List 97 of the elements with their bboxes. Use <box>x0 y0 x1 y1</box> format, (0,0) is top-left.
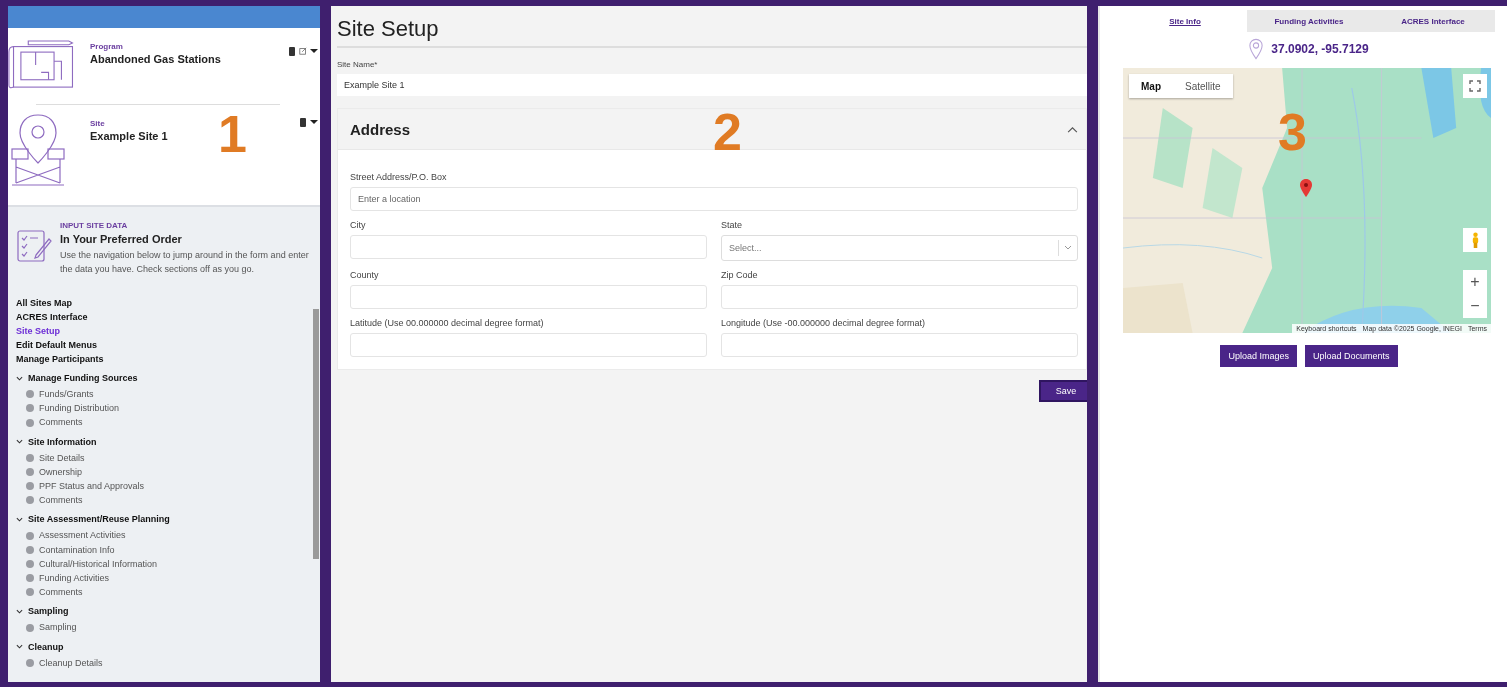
site-name-field[interactable]: Example Site 1 <box>337 74 1087 96</box>
nav-sublink[interactable]: Comments <box>39 585 83 600</box>
caret-icon[interactable] <box>310 46 318 56</box>
status-dot-icon <box>26 574 34 583</box>
status-dot-icon <box>26 559 34 568</box>
accordion-header[interactable]: Address 2 <box>338 109 1086 150</box>
field-label: Street Address/P.O. Box <box>350 172 448 182</box>
zoom-out-button[interactable]: − <box>1463 294 1487 318</box>
map-marker-icon <box>1300 179 1312 197</box>
status-dot-icon <box>26 467 34 476</box>
status-dot-icon <box>26 390 34 399</box>
pegman-icon <box>1470 232 1480 248</box>
map-type-button[interactable]: Satellite <box>1173 74 1233 98</box>
nav-sublink[interactable]: Sampling <box>39 620 77 635</box>
trash-icon[interactable] <box>288 46 296 56</box>
section-title: In Your Preferred Order <box>60 233 183 245</box>
text-field[interactable] <box>721 285 1078 309</box>
nav-link[interactable]: All Sites Map <box>16 296 72 310</box>
caret-icon[interactable] <box>310 117 318 127</box>
status-dot-icon <box>26 623 34 632</box>
status-dot-icon <box>26 545 34 554</box>
chevron-down-icon <box>16 438 23 446</box>
panel-number: 1 <box>218 108 247 160</box>
nav-group-toggle[interactable]: Manage Funding Sources <box>16 371 138 385</box>
edit-icon[interactable] <box>299 46 307 56</box>
fullscreen-icon <box>1469 80 1481 92</box>
nav-sublink[interactable]: Comments <box>39 415 83 430</box>
status-dot-icon <box>26 418 34 427</box>
chevron-down-icon <box>16 374 23 382</box>
program-label: Program <box>90 42 124 51</box>
chevron-down-icon <box>16 643 23 651</box>
dropdown-placeholder: Select... <box>729 243 763 253</box>
site-label: Site <box>90 119 106 128</box>
chevron-down-icon <box>1064 245 1072 251</box>
fullscreen-button[interactable] <box>1463 74 1487 98</box>
nav-link[interactable]: Manage Participants <box>16 352 104 366</box>
field-label: City <box>350 220 367 230</box>
nav-sublink[interactable]: Site Details <box>39 450 85 465</box>
status-dot-icon <box>26 588 34 597</box>
status-dot-icon <box>26 496 34 505</box>
tab[interactable]: ACRES Interface <box>1371 10 1495 32</box>
save-button[interactable]: Save <box>1039 380 1087 402</box>
status-dot-icon <box>26 404 34 413</box>
instructions-text: Use the navigation below to jump around in the form and enter the data you have. Check sections off as you go. <box>60 249 310 276</box>
state-dropdown[interactable]: Select... <box>721 235 1078 261</box>
checklist-drawing <box>16 227 52 263</box>
nav-link[interactable]: ACRES Interface <box>16 310 88 324</box>
status-dot-icon <box>26 453 34 462</box>
site-name: Example Site 1 <box>90 130 169 142</box>
nav-link[interactable]: Edit Default Menus <box>16 338 97 352</box>
nav-sublink[interactable]: Comments <box>39 493 83 508</box>
status-dot-icon <box>26 658 34 667</box>
tab[interactable]: Funding Activities <box>1247 10 1371 32</box>
nav-group-toggle[interactable]: Sampling <box>16 604 69 619</box>
text-field[interactable]: Enter a location <box>350 187 1078 211</box>
status-dot-icon <box>26 531 34 540</box>
trash-icon[interactable] <box>299 117 307 127</box>
nav-sublink[interactable]: Cleanup Details <box>39 655 103 670</box>
nav-sublink[interactable]: Funds/Grants <box>39 387 94 402</box>
nav-group-toggle[interactable]: Site Assessment/Reuse Planning <box>16 512 170 527</box>
zoom-in-button[interactable]: + <box>1463 270 1487 294</box>
field-label: State <box>721 220 743 230</box>
nav-group-toggle[interactable]: Site Information <box>16 434 97 449</box>
section-heading: Address <box>350 120 411 138</box>
nav-sublink[interactable]: PPF Status and Approvals <box>39 479 145 494</box>
scrollbar[interactable] <box>313 309 319 559</box>
text-field[interactable] <box>721 333 1078 357</box>
upload-button[interactable]: Upload Documents <box>1305 345 1398 367</box>
program-name: Abandoned Gas Stations <box>90 53 222 65</box>
chevron-up-icon[interactable] <box>1067 125 1078 133</box>
panel-number: 3 <box>1278 106 1307 158</box>
location-pin-icon <box>1249 38 1264 60</box>
text-field[interactable] <box>350 285 707 309</box>
text-field[interactable] <box>350 235 707 259</box>
field-label: County <box>350 270 380 280</box>
pegman-button[interactable] <box>1463 228 1487 252</box>
field-label: Latitude (Use 00.000000 decimal degree format) <box>350 318 545 328</box>
page-title: Site Setup <box>337 16 440 43</box>
field-label: Zip Code <box>721 270 759 280</box>
chevron-down-icon <box>16 515 23 523</box>
nav-sublink[interactable]: Assessment Activities <box>39 528 126 543</box>
nav-sublink[interactable]: Ownership <box>39 464 83 479</box>
upload-button[interactable]: Upload Images <box>1220 345 1297 367</box>
field-label: Site Name* <box>337 60 379 69</box>
nav-sublink[interactable]: Funding Distribution <box>39 401 120 416</box>
nav-sublink[interactable]: Cultural/Historical Information <box>39 556 158 572</box>
field-label: Longitude (Use -00.000000 decimal degree format) <box>721 318 927 328</box>
nav-group-toggle[interactable]: Cleanup <box>16 639 64 654</box>
nav-sublink[interactable]: Funding Activities <box>39 571 110 586</box>
chevron-down-icon <box>16 607 23 615</box>
coordinates-text: 37.0902, -95.7129 <box>1271 42 1369 56</box>
status-dot-icon <box>26 482 34 491</box>
section-eyebrow: INPUT SITE DATA <box>60 221 129 230</box>
text-field[interactable] <box>350 333 707 357</box>
nav-link[interactable]: Site Setup <box>16 324 60 338</box>
nav-sublink[interactable]: Contamination Info <box>39 542 115 557</box>
map-type-button[interactable]: Map <box>1129 74 1173 98</box>
